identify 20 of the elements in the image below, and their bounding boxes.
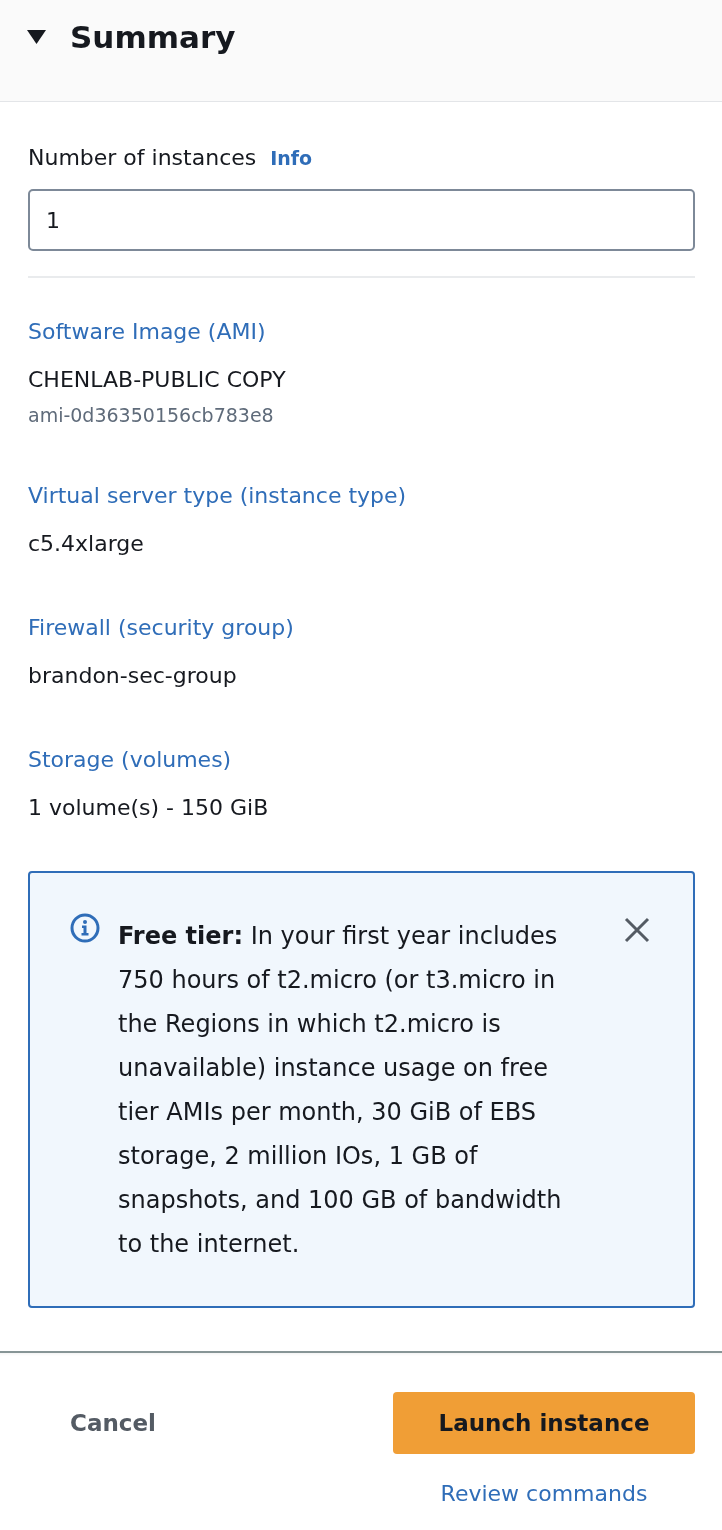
cancel-button[interactable]: Cancel [58,1392,168,1454]
caret-icon[interactable] [27,30,46,44]
alert-message: Free tier: In your first year includes 750 hours of t2.micro (or t3.micro in the Regions in which t2.micro is unavailable) instance usage on free tier AMIs per month, 30 GiB of EBS storage, 2 million IOs, 1 GB of snapshots, and 100 GB of bandwidth to the internet. [118,921,563,1260]
close-icon[interactable] [624,917,650,943]
field-label: Number of instances [28,144,257,172]
panel-title: Summary [70,18,236,57]
detail-value: CHENLAB-PUBLIC COPY [28,366,286,394]
detail-value: c5.4xlarge [28,530,144,558]
ami-id: ami-0d36350156cb783e8 [28,403,274,428]
instances-input[interactable]: 1 [28,189,695,251]
info-link[interactable]: Info [270,143,313,173]
launch-button[interactable]: Launch instance [393,1392,695,1454]
section-link[interactable]: Storage (volumes) [28,744,232,776]
detail-value: brandon-sec-group [28,662,237,690]
section-link[interactable]: Firewall (security group) [28,612,294,644]
detail-value: 1 volume(s) - 150 GiB [28,794,269,822]
section-link[interactable]: Virtual server type (instance type) [28,480,407,512]
info-icon [70,913,100,943]
review-commands-link[interactable]: Review commands [440,1479,648,1509]
section-link[interactable]: Software Image (AMI) [28,316,266,348]
